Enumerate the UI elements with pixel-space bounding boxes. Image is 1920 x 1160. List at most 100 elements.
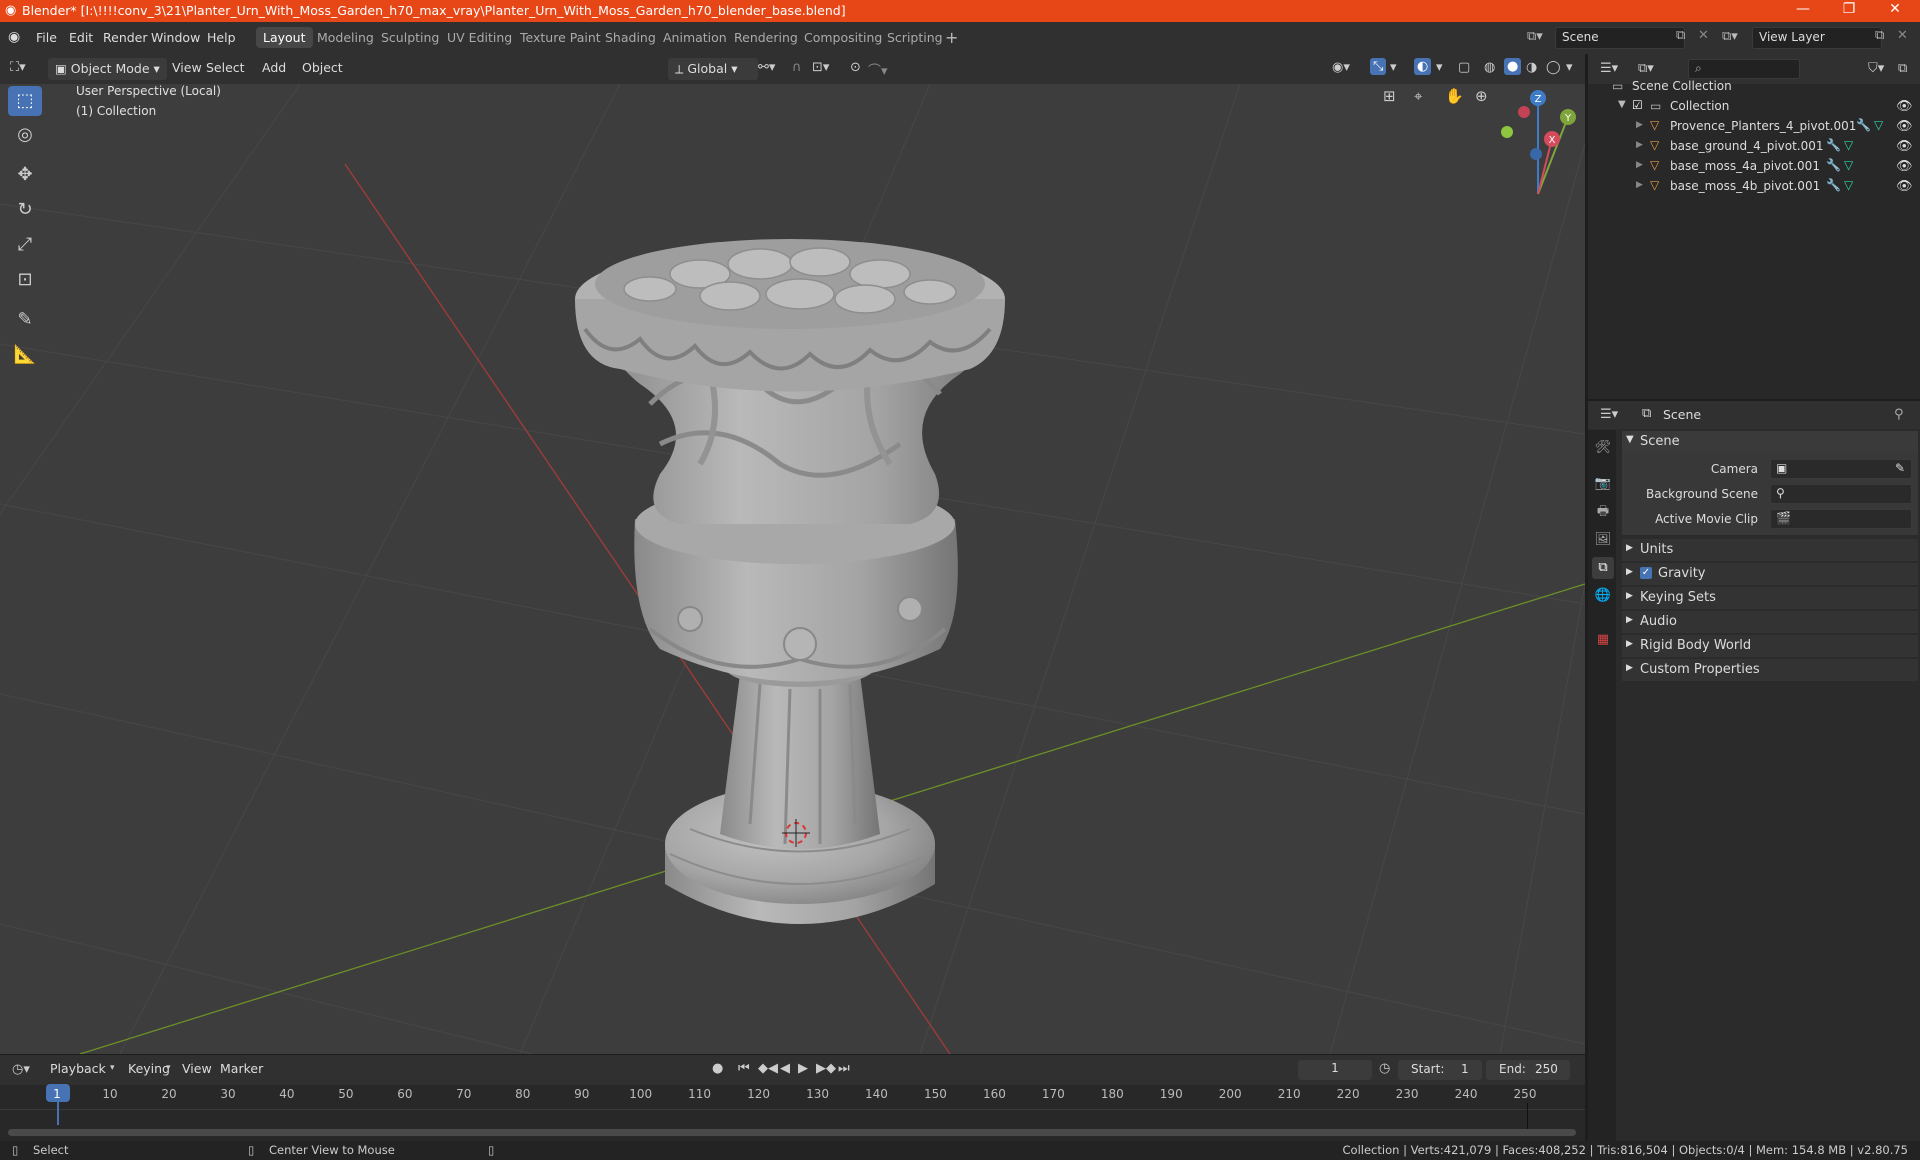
eye-icon[interactable]: 👁 (1896, 159, 1913, 174)
gizmo-neg-y-icon[interactable] (1501, 126, 1513, 138)
scene-panel-header[interactable]: ▼ Scene (1622, 431, 1918, 453)
scene-browse-icon[interactable]: ⧉▾ (1527, 29, 1543, 44)
tab-compositing[interactable]: Compositing (797, 27, 889, 48)
transform-tool-icon[interactable]: ⊡ (8, 265, 42, 295)
move-tool-icon[interactable]: ✥ (8, 160, 42, 190)
tab-animation[interactable]: Animation (656, 27, 734, 48)
rendered-shading-icon[interactable]: ◯ (1546, 60, 1561, 75)
eye-icon[interactable]: 👁 (1896, 179, 1913, 194)
select-box-tool-icon[interactable]: ⬚ (8, 86, 42, 116)
expand-arrow-icon[interactable]: ▶ (1636, 140, 1643, 150)
new-scene-icon[interactable]: ⧉ (1676, 28, 1685, 43)
prev-keyframe-icon[interactable]: ◆◀ (758, 1061, 778, 1076)
tab-shading[interactable]: Shading (598, 27, 663, 48)
tree-object-row[interactable]: ▶ ▽ Provence_Planters_4_pivot.001 🔧 ▽ 👁 (1588, 117, 1920, 137)
checkbox-icon[interactable]: ☑ (1632, 98, 1643, 112)
display-mode-icon[interactable]: ⧉▾ (1638, 61, 1654, 76)
gravity-checkbox[interactable]: ✓ (1640, 567, 1652, 579)
gizmo-neg-x-icon[interactable] (1518, 106, 1530, 118)
overlay-dropdown-icon[interactable]: ▾ (1436, 60, 1443, 75)
tool-settings-tab-icon[interactable]: 🛠 (1592, 437, 1614, 459)
close-icon[interactable]: ✕ (1872, 1, 1918, 17)
tab-modeling[interactable]: Modeling (310, 27, 381, 48)
filter-icon[interactable]: ⛉▾ (1868, 61, 1884, 76)
menu-select[interactable]: Select (200, 58, 251, 77)
menu-object[interactable]: Object (296, 58, 349, 77)
eye-icon[interactable]: 👁 (1896, 99, 1913, 114)
falloff-icon[interactable]: ⌒▾ (868, 60, 888, 79)
urn-model[interactable] (575, 239, 1005, 924)
new-collection-icon[interactable]: ⧉ (1898, 61, 1907, 76)
tree-object-row[interactable]: ▶ ▽ base_moss_4b_pivot.001 🔧 ▽ 👁 (1588, 177, 1920, 197)
tab-scripting[interactable]: Scripting (880, 27, 950, 48)
texture-tab-icon[interactable]: ▦ (1592, 629, 1614, 651)
delete-view-layer-icon[interactable]: ✕ (1897, 28, 1908, 43)
transform-orientation-selector[interactable]: ⟂ Global ▾ (668, 58, 758, 80)
scene-tab-icon[interactable]: ⧉ (1592, 557, 1614, 579)
cursor-tool-icon[interactable]: ◎ (8, 120, 42, 150)
keying-sets-panel-header[interactable]: ▶ Keying Sets (1622, 587, 1918, 609)
xray-toggle-icon[interactable]: ▢ (1458, 60, 1470, 75)
outliner-editor-type-icon[interactable]: ☰▾ (1600, 61, 1618, 76)
start-frame-field[interactable]: Start: 1 (1398, 1060, 1482, 1080)
tab-rendering[interactable]: Rendering (727, 27, 805, 48)
snap-icon[interactable]: ∩ (792, 60, 802, 75)
material-preview-icon[interactable]: ◑ (1526, 60, 1537, 75)
rotate-tool-icon[interactable]: ↻ (8, 195, 42, 225)
record-icon[interactable]: ● (712, 1061, 723, 1076)
shading-dropdown-icon[interactable]: ▾ (1566, 60, 1573, 75)
gravity-panel-header[interactable]: ▶ ✓ Gravity (1622, 563, 1918, 585)
menu-playback[interactable]: Playback (44, 1059, 112, 1078)
tree-collection[interactable]: ▼ ☑ ▭ Collection 👁 (1588, 97, 1920, 117)
expand-arrow-icon[interactable]: ▶ (1636, 160, 1643, 170)
camera-field[interactable]: ▣ ✎ (1770, 459, 1912, 479)
tab-sculpting[interactable]: Sculpting (374, 27, 446, 48)
units-panel-header[interactable]: ▶ Units (1622, 539, 1918, 561)
gizmo-neg-z-icon[interactable] (1530, 148, 1542, 160)
tree-object-row[interactable]: ▶ ▽ base_moss_4a_pivot.001 🔧 ▽ 👁 (1588, 157, 1920, 177)
minimize-icon[interactable]: — (1780, 1, 1826, 17)
3d-viewport[interactable]: Z Y X User Perspective (Local) (1) Colle… (0, 84, 1585, 1054)
world-tab-icon[interactable]: 🌐 (1592, 585, 1614, 607)
eyedropper-icon[interactable]: ✎ (1895, 461, 1905, 475)
view-layer-selector[interactable]: View Layer (1752, 27, 1882, 49)
gizmo-dropdown-icon[interactable]: ▾ (1390, 60, 1397, 75)
menu-add[interactable]: Add (256, 58, 292, 77)
eye-icon[interactable]: 👁 (1896, 139, 1913, 154)
restore-icon[interactable]: ❐ (1826, 1, 1872, 17)
properties-editor-type-icon[interactable]: ☰▾ (1600, 407, 1618, 422)
mode-selector[interactable]: ▣ Object Mode ▾ (48, 58, 167, 80)
background-scene-field[interactable]: ⚲ (1770, 484, 1912, 504)
scale-tool-icon[interactable]: ⤢ (8, 230, 42, 260)
blender-menu-icon[interactable]: ◉ (8, 29, 20, 45)
preview-range-icon[interactable]: ◷ (1379, 1061, 1390, 1076)
overlay-toggle-icon[interactable]: ◐ (1414, 58, 1432, 75)
visibility-filter-icon[interactable]: ◉▾ (1332, 60, 1350, 75)
output-tab-icon[interactable]: 🖶 (1592, 501, 1614, 523)
pan-hand-icon[interactable]: ✋ (1445, 87, 1464, 105)
wireframe-shading-icon[interactable]: ◍ (1484, 60, 1495, 75)
scene-selector[interactable]: Scene (1555, 27, 1685, 49)
expand-arrow-icon[interactable]: ▼ (1618, 99, 1626, 110)
tab-texture-paint[interactable]: Texture Paint (513, 27, 608, 48)
new-view-layer-icon[interactable]: ⧉ (1875, 28, 1884, 43)
jump-start-icon[interactable]: ⏮ (738, 1061, 750, 1076)
active-movie-clip-field[interactable]: 🎬 (1770, 509, 1912, 529)
jump-end-icon[interactable]: ⏭ (838, 1061, 850, 1076)
view-layer-tab-icon[interactable]: 🖼 (1592, 529, 1614, 551)
delete-scene-icon[interactable]: ✕ (1698, 28, 1709, 43)
pivot-point-icon[interactable]: ⚯▾ (758, 60, 775, 75)
editor-type-icon[interactable]: ⛶▾ (10, 60, 26, 75)
timeline-scrollbar[interactable] (8, 1129, 1576, 1136)
tree-scene-collection[interactable]: ▭ Scene Collection (1588, 77, 1920, 97)
view-layer-browse-icon[interactable]: ⧉▾ (1722, 29, 1738, 44)
gizmo-toggle-icon[interactable]: ⤡ (1370, 58, 1387, 75)
menu-timeline-view[interactable]: View (176, 1059, 218, 1078)
play-icon[interactable]: ▶ (798, 1061, 808, 1076)
timeline-editor-type-icon[interactable]: ◷▾ (12, 1062, 30, 1077)
zoom-icon[interactable]: ⊕ (1475, 87, 1488, 105)
tree-object-row[interactable]: ▶ ▽ base_ground_4_pivot.001 🔧 ▽ 👁 (1588, 137, 1920, 157)
solid-shading-icon[interactable]: ● (1504, 58, 1522, 75)
eye-icon[interactable]: 👁 (1896, 119, 1913, 134)
play-reverse-icon[interactable]: ◀ (780, 1061, 790, 1076)
